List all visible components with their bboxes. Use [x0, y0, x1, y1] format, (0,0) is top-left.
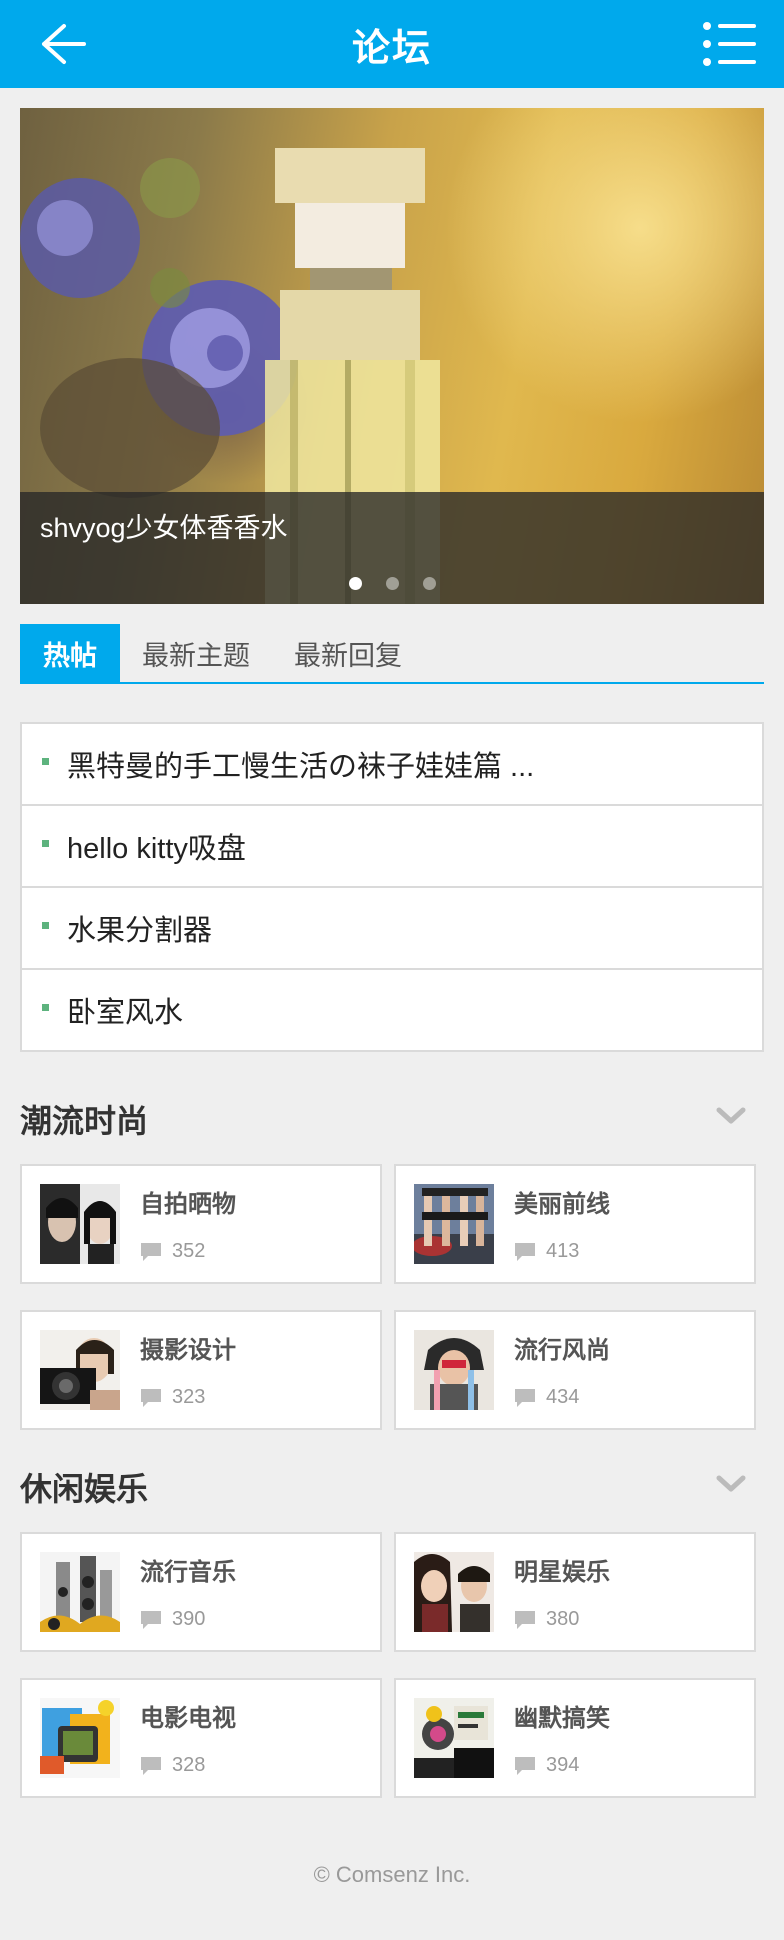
slide-dot[interactable] — [385, 577, 399, 590]
reply-count: 352 — [140, 1240, 205, 1263]
slide-indicator — [20, 577, 764, 590]
thread-title: 水果分割器 — [67, 915, 213, 947]
reply-count: 323 — [140, 1386, 205, 1409]
hot-thread-list: 黑特曼的手工慢生活の袜子娃娃篇 ... hello kitty吸盘 水果分割器 … — [20, 722, 764, 1052]
comment-bubble-icon — [515, 1610, 535, 1629]
thread-tabs: 热帖 最新主题 最新回复 — [20, 624, 764, 684]
copyright-footer: © Comsenz Inc. — [313, 1862, 471, 1887]
forum-thumbnail — [414, 1330, 494, 1410]
thread-title: 卧室风水 — [67, 997, 184, 1029]
list-item[interactable]: 黑特曼的手工慢生活の袜子娃娃篇 ... — [22, 724, 762, 804]
reply-count-value: 323 — [172, 1386, 206, 1408]
section-title-fashion: 潮流时尚 — [20, 1103, 149, 1139]
reply-count: 328 — [140, 1754, 205, 1777]
back-arrow-icon[interactable] — [38, 20, 88, 68]
bullet-icon — [42, 757, 49, 765]
forum-name: 明星娱乐 — [514, 1559, 610, 1586]
top-bar: 论坛 — [0, 0, 784, 88]
menu-list-icon[interactable] — [702, 20, 758, 68]
reply-count-value: 328 — [172, 1754, 206, 1776]
list-item[interactable]: 水果分割器 — [22, 886, 762, 968]
forum-card[interactable]: 幽默搞笑 394 — [394, 1678, 756, 1798]
forum-name: 流行音乐 — [140, 1559, 236, 1586]
forum-card[interactable]: 摄影设计 323 — [20, 1310, 382, 1430]
chevron-down-icon[interactable] — [716, 1474, 746, 1494]
forum-thumbnail — [414, 1184, 494, 1264]
slide-dot[interactable] — [422, 577, 436, 590]
forum-name: 自拍晒物 — [140, 1191, 236, 1218]
list-item[interactable]: 卧室风水 — [22, 968, 762, 1050]
section-title-leisure: 休闲娱乐 — [20, 1471, 149, 1507]
comment-bubble-icon — [141, 1610, 161, 1629]
bullet-icon — [42, 921, 49, 929]
comment-bubble-icon — [141, 1756, 161, 1775]
forum-name: 幽默搞笑 — [514, 1705, 610, 1732]
reply-count-value: 434 — [546, 1386, 580, 1408]
comment-bubble-icon — [515, 1388, 535, 1407]
reply-count-value: 394 — [546, 1754, 580, 1776]
forum-card[interactable]: 电影电视 328 — [20, 1678, 382, 1798]
bullet-icon — [42, 839, 49, 847]
reply-count: 434 — [514, 1386, 579, 1409]
reply-count-value: 380 — [546, 1608, 580, 1630]
reply-count-value: 352 — [172, 1240, 206, 1262]
forum-thumbnail — [414, 1552, 494, 1632]
forum-thumbnail — [414, 1698, 494, 1778]
tab-new-replies[interactable]: 最新回复 — [272, 624, 424, 682]
list-item[interactable]: hello kitty吸盘 — [22, 804, 762, 886]
thread-title: 黑特曼的手工慢生活の袜子娃娃篇 ... — [67, 751, 535, 783]
reply-count-value: 390 — [172, 1608, 206, 1630]
slide-dot[interactable] — [348, 577, 362, 590]
forum-card[interactable]: 明星娱乐 380 — [394, 1532, 756, 1652]
reply-count: 390 — [140, 1608, 205, 1631]
bullet-icon — [42, 1003, 49, 1011]
reply-count-value: 413 — [546, 1240, 580, 1262]
forum-card[interactable]: 美丽前线 413 — [394, 1164, 756, 1284]
comment-bubble-icon — [515, 1756, 535, 1775]
banner-caption[interactable]: shvyog少女体香香水 — [40, 506, 288, 545]
forum-name: 流行风尚 — [514, 1337, 610, 1364]
forum-thumbnail — [40, 1330, 120, 1410]
forum-card[interactable]: 自拍晒物 352 — [20, 1164, 382, 1284]
forum-card[interactable]: 流行音乐 390 — [20, 1532, 382, 1652]
forum-thumbnail — [40, 1184, 120, 1264]
forum-thumbnail — [40, 1552, 120, 1632]
comment-bubble-icon — [141, 1388, 161, 1407]
forum-thumbnail — [40, 1698, 120, 1778]
forum-card[interactable]: 流行风尚 434 — [394, 1310, 756, 1430]
forum-name: 电影电视 — [140, 1705, 236, 1732]
forum-name: 摄影设计 — [140, 1337, 236, 1364]
banner-slideshow[interactable]: shvyog少女体香香水 — [20, 108, 764, 604]
comment-bubble-icon — [141, 1242, 161, 1261]
reply-count: 380 — [514, 1608, 579, 1631]
thread-title: hello kitty吸盘 — [67, 833, 246, 865]
tab-new-topics[interactable]: 最新主题 — [120, 624, 272, 682]
banner-caption-bar: shvyog少女体香香水 — [20, 492, 764, 604]
forum-name: 美丽前线 — [514, 1191, 610, 1218]
comment-bubble-icon — [515, 1242, 535, 1261]
page-title: 论坛 — [351, 27, 432, 70]
reply-count: 394 — [514, 1754, 579, 1777]
tab-hot[interactable]: 热帖 — [20, 624, 120, 682]
reply-count: 413 — [514, 1240, 579, 1263]
chevron-down-icon[interactable] — [716, 1106, 746, 1126]
